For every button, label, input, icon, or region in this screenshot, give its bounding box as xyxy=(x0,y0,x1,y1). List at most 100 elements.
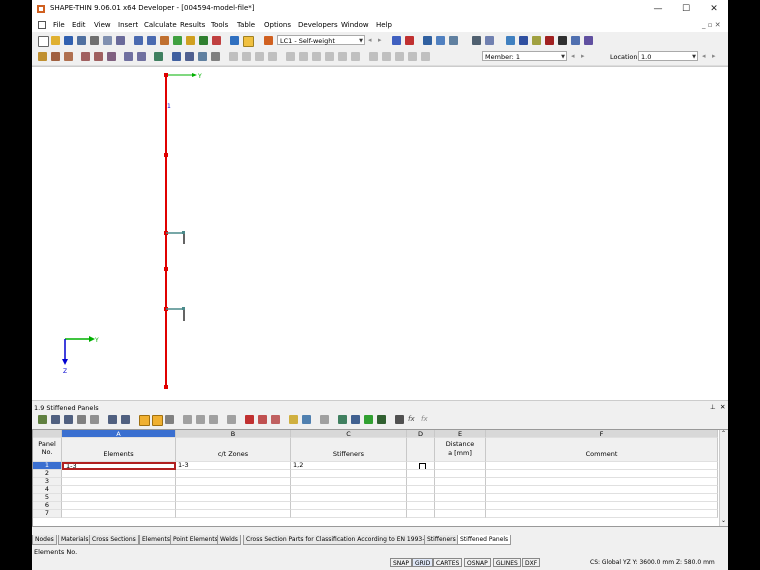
node-2[interactable] xyxy=(164,153,168,157)
node-icon[interactable] xyxy=(81,52,90,61)
zoom-icon[interactable] xyxy=(173,36,182,45)
table-cell-elements[interactable] xyxy=(62,486,176,494)
check-icon[interactable] xyxy=(351,415,360,424)
menu-view[interactable]: View xyxy=(94,21,111,29)
load-case-icon[interactable] xyxy=(264,36,273,45)
table-view-icon[interactable] xyxy=(64,415,73,424)
table-nav-icon[interactable] xyxy=(38,415,47,424)
document-icon[interactable] xyxy=(38,21,46,29)
menu-table[interactable]: Table xyxy=(237,21,255,29)
menu-insert[interactable]: Insert xyxy=(118,21,138,29)
export-table-icon[interactable] xyxy=(289,415,298,424)
delete-icon[interactable] xyxy=(545,36,554,45)
paste-rows-icon[interactable] xyxy=(121,415,130,424)
tab-materials[interactable]: Materials xyxy=(58,535,92,545)
load-case-select[interactable]: LC1 - Self-weight ▼ xyxy=(277,35,365,45)
table-cell-ct-zones[interactable] xyxy=(176,486,291,494)
table-cell-stiffeners[interactable] xyxy=(291,510,407,518)
annotation-icon[interactable] xyxy=(185,52,194,61)
row-number[interactable]: 3 xyxy=(33,478,62,486)
row-number[interactable]: 6 xyxy=(33,502,62,510)
column-a-header[interactable]: A xyxy=(62,430,176,438)
table-cell-stiffeners[interactable] xyxy=(291,478,407,486)
graph-icon[interactable] xyxy=(519,36,528,45)
table-cell-distance[interactable] xyxy=(435,502,486,510)
table-cell-comment[interactable] xyxy=(486,470,718,478)
row-number[interactable]: 4 xyxy=(33,486,62,494)
line-icon[interactable] xyxy=(51,52,60,61)
tab-nodes[interactable]: Nodes xyxy=(32,535,57,545)
node-6[interactable] xyxy=(164,385,168,389)
table-vertical-scrollbar[interactable]: ⌃ ⌄ xyxy=(719,430,728,526)
menu-results[interactable]: Results xyxy=(180,21,205,29)
graphics-canvas[interactable]: Y 1 Y Z xyxy=(32,66,728,401)
options-icon[interactable] xyxy=(395,52,404,61)
clear-cells-icon[interactable] xyxy=(227,415,236,424)
table-cell-distance[interactable] xyxy=(435,486,486,494)
table-cell-distance[interactable] xyxy=(435,462,486,470)
stiffener-icon[interactable] xyxy=(137,52,146,61)
table-cell-comment[interactable] xyxy=(486,494,718,502)
model-drawing[interactable]: Y 1 Y Z xyxy=(32,67,728,400)
result-display-icon[interactable] xyxy=(392,36,401,45)
table-cell-checkbox[interactable] xyxy=(407,502,435,510)
measure-icon[interactable] xyxy=(506,36,515,45)
show-stiffeners-icon[interactable] xyxy=(338,52,347,61)
member-icon[interactable] xyxy=(64,52,73,61)
copy-rows-icon[interactable] xyxy=(108,415,117,424)
table-cell-distance[interactable] xyxy=(435,510,486,518)
insert-row-below-icon[interactable] xyxy=(196,415,205,424)
redo-icon[interactable] xyxy=(147,36,156,45)
dimension-icon[interactable] xyxy=(172,52,181,61)
stress-icon[interactable] xyxy=(436,36,445,45)
stiffener-2-node[interactable] xyxy=(182,307,185,310)
warning-icon[interactable] xyxy=(532,36,541,45)
maximize-button[interactable]: ☐ xyxy=(672,2,700,16)
menu-developers[interactable]: Developers xyxy=(298,21,338,29)
next-lc-icon[interactable]: ▸ xyxy=(378,36,387,45)
tab-cross-sections[interactable]: Cross Sections xyxy=(89,535,139,545)
section-icon[interactable] xyxy=(423,36,432,45)
table-cell-stiffeners[interactable] xyxy=(291,486,407,494)
open-folder-icon[interactable] xyxy=(51,36,60,45)
column-b-header[interactable]: B xyxy=(176,430,291,438)
weld-icon[interactable] xyxy=(124,52,133,61)
save-all-icon[interactable] xyxy=(77,36,86,45)
table-cell-stiffeners[interactable]: 1,2 xyxy=(291,462,407,470)
scroll-up-icon[interactable]: ⌃ xyxy=(721,430,726,437)
grid-icon[interactable] xyxy=(211,52,220,61)
menu-edit[interactable]: Edit xyxy=(72,21,86,29)
excel-icon[interactable] xyxy=(364,415,373,424)
table-cell-ct-zones[interactable] xyxy=(176,510,291,518)
calculate-icon[interactable] xyxy=(186,36,195,45)
tab-stiffened-panels[interactable]: Stiffened Panels xyxy=(457,535,512,545)
glines-toggle[interactable]: GLINES xyxy=(493,558,521,567)
osnap-toggle[interactable]: OSNAP xyxy=(464,558,491,567)
element-icon[interactable] xyxy=(94,52,103,61)
previous-member-icon[interactable]: ◂ xyxy=(571,52,580,61)
column-f-header[interactable]: F xyxy=(486,430,718,438)
table-cell-comment[interactable] xyxy=(486,502,718,510)
edit-icon[interactable] xyxy=(160,36,169,45)
table-cell-elements[interactable] xyxy=(62,502,176,510)
panel-toggle-icon[interactable] xyxy=(243,36,254,47)
view-x-icon[interactable] xyxy=(229,52,238,61)
render-icon[interactable] xyxy=(571,36,580,45)
show-sections-icon[interactable] xyxy=(312,52,321,61)
location-select[interactable]: 1.0 ▼ xyxy=(638,51,698,61)
table-cell-stiffeners[interactable] xyxy=(291,494,407,502)
section-part-icon[interactable] xyxy=(107,52,116,61)
table-cell-ct-zones[interactable] xyxy=(176,502,291,510)
text-icon[interactable] xyxy=(198,52,207,61)
menu-window[interactable]: Window xyxy=(341,21,369,29)
table-cell-elements[interactable] xyxy=(62,510,176,518)
table-cell-comment[interactable] xyxy=(486,462,718,470)
print-preview-icon[interactable] xyxy=(103,36,112,45)
row-number[interactable]: 5 xyxy=(33,494,62,502)
cut-icon[interactable] xyxy=(245,415,254,424)
next-location-icon[interactable]: ▸ xyxy=(712,52,721,61)
view-iso-icon[interactable] xyxy=(268,52,277,61)
show-nodes-icon[interactable] xyxy=(286,52,295,61)
save-icon[interactable] xyxy=(64,36,73,45)
import-table-icon[interactable] xyxy=(302,415,311,424)
